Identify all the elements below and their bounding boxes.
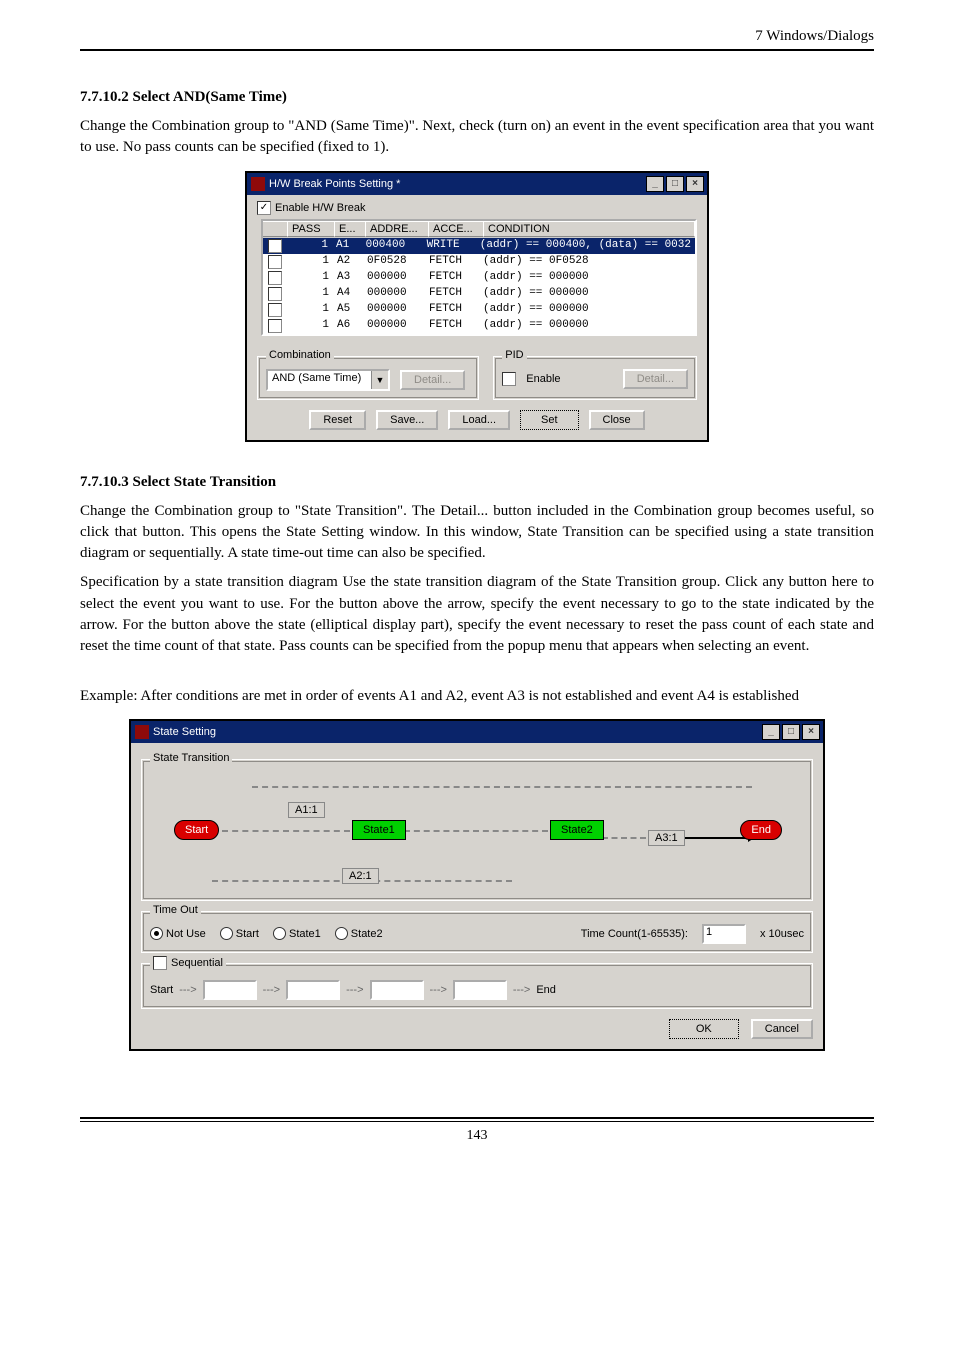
arrow-icon: ---> bbox=[430, 984, 447, 996]
table-row[interactable]: 1 A4 000000 FETCH (addr) == 000000 bbox=[263, 286, 695, 302]
section-1-paragraph: Change the Combination group to "AND (Sa… bbox=[80, 116, 874, 159]
cancel-button[interactable]: Cancel bbox=[751, 1019, 813, 1039]
state-transition-group-title: State Transition bbox=[150, 752, 232, 764]
close-dialog-button[interactable]: Close bbox=[589, 410, 645, 430]
row-checkbox[interactable] bbox=[268, 319, 282, 333]
breakpoint-list[interactable]: PASS E... ADDRE... ACCE... CONDITION ✓ 1… bbox=[261, 219, 697, 336]
dialog-title: State Setting bbox=[153, 726, 760, 738]
pid-enable-checkbox[interactable] bbox=[502, 372, 516, 386]
dialog-title: H/W Break Points Setting * bbox=[269, 178, 644, 190]
arrow-icon: ---> bbox=[513, 984, 530, 996]
state1-node[interactable]: State1 bbox=[352, 820, 406, 840]
save-button[interactable]: Save... bbox=[376, 410, 438, 430]
combination-group-title: Combination bbox=[266, 349, 334, 361]
timeout-start-radio[interactable] bbox=[220, 927, 233, 940]
event-chip-a1[interactable]: A1:1 bbox=[288, 802, 325, 818]
arrow-icon: ---> bbox=[263, 984, 280, 996]
sequential-end-label: End bbox=[536, 984, 556, 996]
combination-select[interactable]: AND (Same Time) ▼ bbox=[266, 369, 390, 391]
sequential-start-label: Start bbox=[150, 984, 173, 996]
sequential-slot-3[interactable] bbox=[370, 980, 424, 1000]
row-checkbox[interactable]: ✓ bbox=[268, 239, 282, 253]
arrow-icon: ---> bbox=[346, 984, 363, 996]
table-row[interactable]: 1 A6 000000 FETCH (addr) == 000000 bbox=[263, 318, 695, 334]
table-row[interactable]: ✓ 1 A1 000400 WRITE (addr) == 000400, (d… bbox=[263, 238, 695, 254]
end-node[interactable]: End bbox=[740, 820, 782, 840]
page-header: 7 Windows/Dialogs bbox=[80, 28, 874, 49]
col-e[interactable]: E... bbox=[335, 221, 366, 237]
dialog-titlebar: State Setting _ □ × bbox=[131, 721, 823, 743]
close-button[interactable]: × bbox=[802, 724, 820, 740]
list-header: PASS E... ADDRE... ACCE... CONDITION bbox=[263, 221, 695, 238]
section-2-paragraph-2: Specification by a state transition diag… bbox=[80, 572, 874, 657]
start-node[interactable]: Start bbox=[174, 820, 219, 840]
section-2-paragraph-1: Change the Combination group to "State T… bbox=[80, 501, 874, 565]
timeout-state1-radio[interactable] bbox=[273, 927, 286, 940]
col-acce[interactable]: ACCE... bbox=[429, 221, 484, 237]
pid-group-title: PID bbox=[502, 349, 526, 361]
table-row[interactable]: 1 A2 0F0528 FETCH (addr) == 0F0528 bbox=[263, 254, 695, 270]
sequential-slot-2[interactable] bbox=[286, 980, 340, 1000]
enable-hw-break-checkbox[interactable]: ✓ bbox=[257, 201, 271, 215]
sequential-checkbox[interactable] bbox=[153, 956, 167, 970]
row-checkbox[interactable] bbox=[268, 303, 282, 317]
enable-hw-break-label: Enable H/W Break bbox=[275, 202, 365, 214]
ok-button[interactable]: OK bbox=[669, 1019, 739, 1039]
sequential-slot-4[interactable] bbox=[453, 980, 507, 1000]
page-number: 143 bbox=[80, 1128, 874, 1144]
table-row[interactable]: 1 A5 000000 FETCH (addr) == 000000 bbox=[263, 302, 695, 318]
footer-rule-2 bbox=[80, 1121, 874, 1122]
dialog-titlebar: H/W Break Points Setting * _ □ × bbox=[247, 173, 707, 195]
minimize-button[interactable]: _ bbox=[646, 176, 664, 192]
chevron-down-icon[interactable]: ▼ bbox=[371, 371, 388, 389]
pid-enable-label: Enable bbox=[526, 373, 560, 385]
pid-detail-button[interactable]: Detail... bbox=[623, 369, 688, 389]
state-setting-dialog: State Setting _ □ × State Transition bbox=[129, 719, 825, 1051]
col-pass[interactable]: PASS bbox=[288, 221, 335, 237]
timeout-group-title: Time Out bbox=[150, 904, 201, 916]
row-checkbox[interactable] bbox=[268, 255, 282, 269]
arrow-icon: ---> bbox=[179, 984, 196, 996]
dialog-icon bbox=[251, 177, 265, 191]
time-count-unit: x 10usec bbox=[760, 928, 804, 940]
timeout-state2-radio[interactable] bbox=[335, 927, 348, 940]
col-addre[interactable]: ADDRE... bbox=[366, 221, 429, 237]
row-checkbox[interactable] bbox=[268, 271, 282, 285]
col-condition[interactable]: CONDITION bbox=[484, 221, 695, 237]
section-2-paragraph-3: Example: After conditions are met in ord… bbox=[80, 686, 874, 707]
reset-button[interactable]: Reset bbox=[309, 410, 366, 430]
hw-break-dialog: H/W Break Points Setting * _ □ × ✓ Enabl… bbox=[245, 171, 709, 442]
set-button[interactable]: Set bbox=[520, 410, 579, 430]
state2-node[interactable]: State2 bbox=[550, 820, 604, 840]
table-row[interactable]: 1 A3 000000 FETCH (addr) == 000000 bbox=[263, 270, 695, 286]
timeout-notuse-radio[interactable] bbox=[150, 927, 163, 940]
time-count-label: Time Count(1-65535): bbox=[581, 928, 688, 940]
minimize-button[interactable]: _ bbox=[762, 724, 780, 740]
time-count-input[interactable]: 1 bbox=[702, 924, 746, 944]
header-rule bbox=[80, 49, 874, 51]
sequential-slot-1[interactable] bbox=[203, 980, 257, 1000]
load-button[interactable]: Load... bbox=[448, 410, 510, 430]
row-checkbox[interactable] bbox=[268, 287, 282, 301]
dialog-icon bbox=[135, 725, 149, 739]
state-diagram: Start State1 State2 End A1:1 A2:1 A3:1 bbox=[152, 776, 802, 896]
maximize-button[interactable]: □ bbox=[782, 724, 800, 740]
sequential-group-title: Sequential bbox=[150, 956, 226, 970]
close-button[interactable]: × bbox=[686, 176, 704, 192]
maximize-button[interactable]: □ bbox=[666, 176, 684, 192]
section-title-2: 7.7.10.3 Select State Transition bbox=[80, 474, 874, 491]
event-chip-a2[interactable]: A2:1 bbox=[342, 868, 379, 884]
combination-detail-button[interactable]: Detail... bbox=[400, 370, 465, 390]
section-title-1: 7.7.10.2 Select AND(Same Time) bbox=[80, 89, 874, 106]
event-chip-a3[interactable]: A3:1 bbox=[648, 830, 685, 846]
footer-rule-1 bbox=[80, 1117, 874, 1119]
